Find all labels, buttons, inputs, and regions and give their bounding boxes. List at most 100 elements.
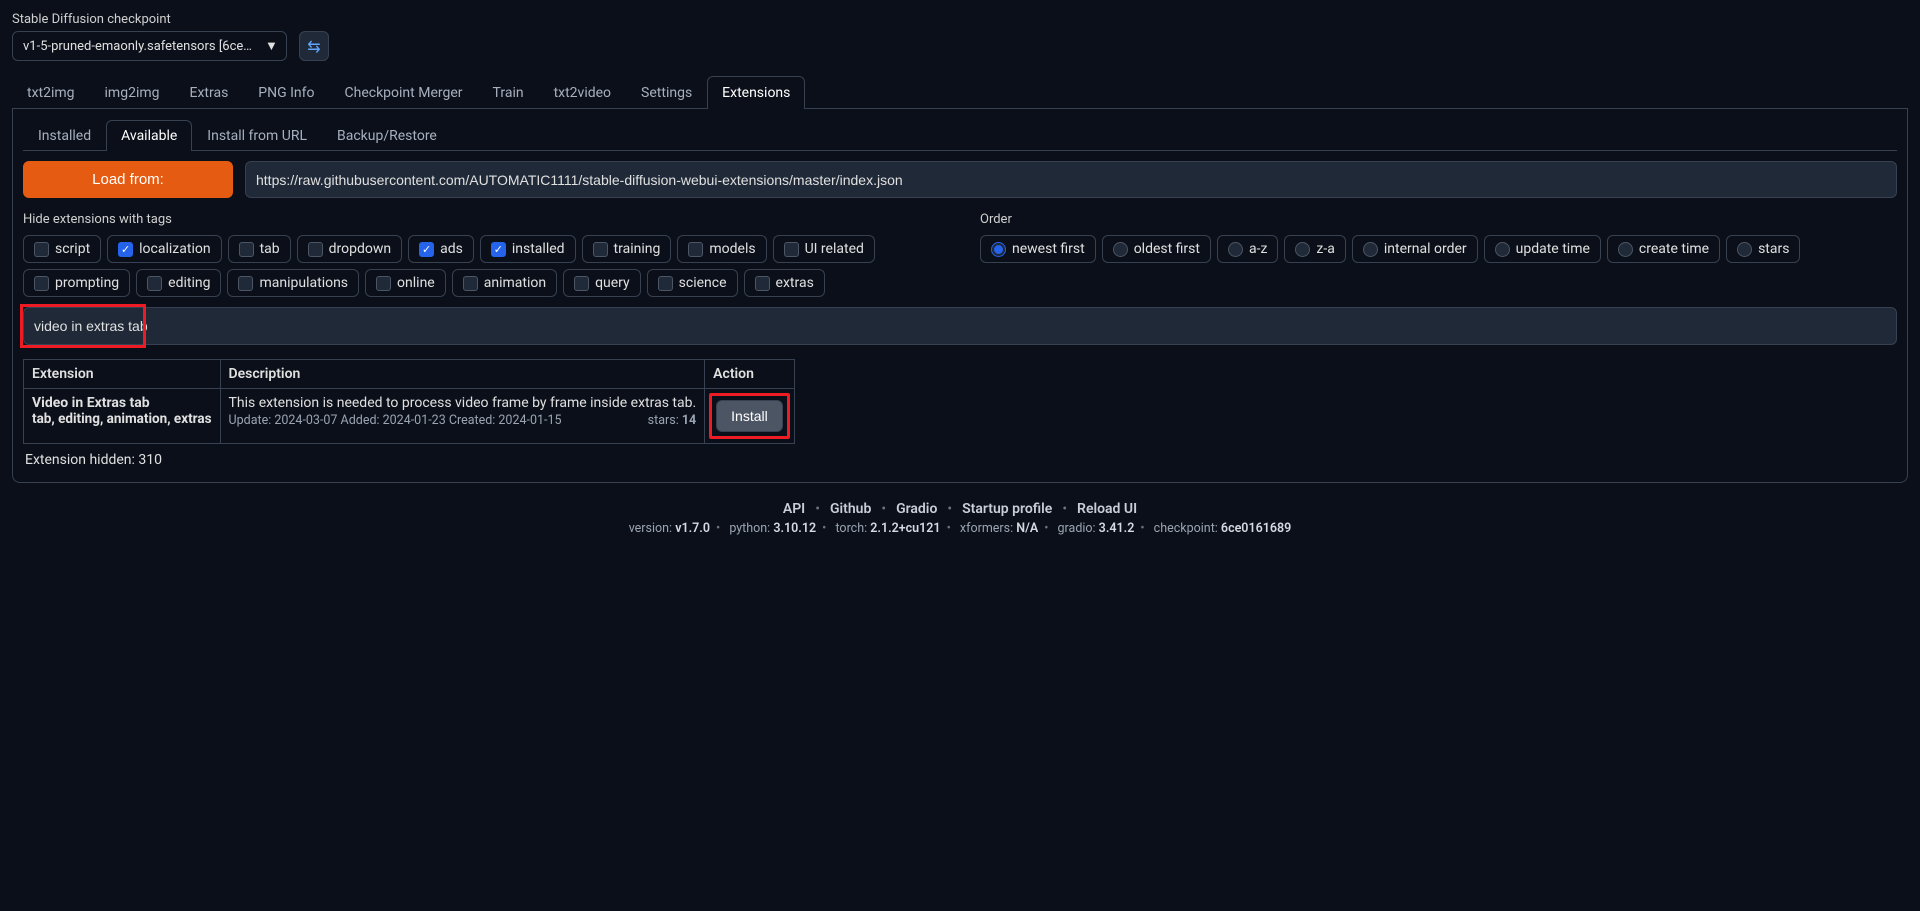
chip-label: manipulations <box>259 275 348 291</box>
checkbox-icon <box>239 242 254 257</box>
hide-tag-science[interactable]: science <box>647 269 738 297</box>
hide-tag-localization[interactable]: localization <box>107 235 221 263</box>
refresh-icon: ⇆ <box>307 37 320 56</box>
chip-label: internal order <box>1384 241 1467 257</box>
tab-settings[interactable]: Settings <box>626 76 707 109</box>
chevron-down-icon: ▼ <box>265 38 276 54</box>
order-z-a[interactable]: z-a <box>1284 235 1345 263</box>
checkbox-icon <box>463 276 478 291</box>
chip-label: update time <box>1516 241 1590 257</box>
hide-tag-extras[interactable]: extras <box>744 269 825 297</box>
subtab-available[interactable]: Available <box>106 120 192 151</box>
subtab-install-from-url[interactable]: Install from URL <box>192 120 322 151</box>
checkbox-icon <box>238 276 253 291</box>
tab-extensions[interactable]: Extensions <box>707 76 805 109</box>
index-url-input[interactable] <box>245 161 1897 198</box>
footer-link-github[interactable]: Github <box>830 501 871 517</box>
chip-label: oldest first <box>1134 241 1200 257</box>
checkbox-icon <box>308 242 323 257</box>
chip-label: training <box>614 241 661 257</box>
hide-tag-models[interactable]: models <box>677 235 766 263</box>
checkbox-icon <box>118 242 133 257</box>
radio-icon <box>1363 242 1378 257</box>
chip-label: UI related <box>805 241 864 257</box>
radio-icon <box>991 242 1006 257</box>
order-oldest-first[interactable]: oldest first <box>1102 235 1211 263</box>
load-from-button[interactable]: Load from: <box>23 161 233 198</box>
tab-train[interactable]: Train <box>478 76 539 109</box>
hide-tag-editing[interactable]: editing <box>136 269 221 297</box>
tab-extras[interactable]: Extras <box>175 76 244 109</box>
footer-link-startup-profile[interactable]: Startup profile <box>962 501 1052 517</box>
chip-label: science <box>679 275 727 291</box>
footer-links: API•Github•Gradio•Startup profile•Reload… <box>12 501 1908 517</box>
order-a-z[interactable]: a-z <box>1217 235 1278 263</box>
chip-label: newest first <box>1012 241 1085 257</box>
hide-tag-query[interactable]: query <box>563 269 641 297</box>
radio-icon <box>1295 242 1310 257</box>
extension-description: This extension is needed to process vide… <box>229 395 697 411</box>
refresh-checkpoint-button[interactable]: ⇆ <box>299 31 329 61</box>
tab-txt2img[interactable]: txt2img <box>12 76 90 109</box>
hide-tag-installed[interactable]: installed <box>480 235 576 263</box>
checkbox-icon <box>574 276 589 291</box>
checkbox-icon <box>658 276 673 291</box>
hide-tag-ads[interactable]: ads <box>408 235 474 263</box>
hide-tag-tab[interactable]: tab <box>228 235 291 263</box>
chip-label: script <box>55 241 90 257</box>
extensions-table: Extension Description Action Video in Ex… <box>23 359 795 444</box>
tab-txt2video[interactable]: txt2video <box>539 76 626 109</box>
order-stars[interactable]: stars <box>1726 235 1800 263</box>
hide-tag-dropdown[interactable]: dropdown <box>297 235 402 263</box>
radio-icon <box>1737 242 1752 257</box>
tab-img2img[interactable]: img2img <box>90 76 175 109</box>
checkbox-icon <box>755 276 770 291</box>
order-internal-order[interactable]: internal order <box>1352 235 1478 263</box>
chip-label: extras <box>776 275 814 291</box>
footer-link-reload-ui[interactable]: Reload UI <box>1077 501 1137 517</box>
hidden-count: Extension hidden: 310 <box>25 452 1897 468</box>
extension-stars: stars: 14 <box>648 413 697 428</box>
radio-icon <box>1618 242 1633 257</box>
checkbox-icon <box>491 242 506 257</box>
col-action: Action <box>705 360 795 389</box>
hide-tag-script[interactable]: script <box>23 235 101 263</box>
order-label: Order <box>980 212 1897 227</box>
chip-label: models <box>709 241 755 257</box>
radio-icon <box>1113 242 1128 257</box>
chip-label: a-z <box>1249 241 1267 257</box>
checkbox-icon <box>419 242 434 257</box>
hide-tag-online[interactable]: online <box>365 269 446 297</box>
tab-checkpoint-merger[interactable]: Checkpoint Merger <box>330 76 478 109</box>
extension-tags: tab, editing, animation, extras <box>32 411 212 427</box>
hide-tag-manipulations[interactable]: manipulations <box>227 269 359 297</box>
extension-title: Video in Extras tab <box>32 395 212 411</box>
search-input[interactable] <box>23 307 1897 345</box>
checkpoint-dropdown[interactable]: v1-5-pruned-emaonly.safetensors [6ce0161… <box>12 31 287 61</box>
chip-label: installed <box>512 241 565 257</box>
hide-tag-prompting[interactable]: prompting <box>23 269 130 297</box>
hide-tag-animation[interactable]: animation <box>452 269 557 297</box>
hide-tag-ui-related[interactable]: UI related <box>773 235 875 263</box>
chip-label: online <box>397 275 435 291</box>
order-create-time[interactable]: create time <box>1607 235 1720 263</box>
footer-link-api[interactable]: API <box>783 501 805 517</box>
order-newest-first[interactable]: newest first <box>980 235 1096 263</box>
checkbox-icon <box>688 242 703 257</box>
subtab-backup/restore[interactable]: Backup/Restore <box>322 120 452 151</box>
tab-png-info[interactable]: PNG Info <box>243 76 329 109</box>
hide-tag-training[interactable]: training <box>582 235 672 263</box>
chip-label: stars <box>1758 241 1789 257</box>
chip-label: z-a <box>1316 241 1334 257</box>
col-description: Description <box>220 360 705 389</box>
order-update-time[interactable]: update time <box>1484 235 1601 263</box>
chip-label: dropdown <box>329 241 391 257</box>
col-extension: Extension <box>24 360 221 389</box>
chip-label: ads <box>440 241 463 257</box>
checkbox-icon <box>593 242 608 257</box>
subtab-installed[interactable]: Installed <box>23 120 106 151</box>
radio-icon <box>1228 242 1243 257</box>
install-button[interactable]: Install <box>716 400 783 432</box>
footer-link-gradio[interactable]: Gradio <box>896 501 937 517</box>
footer-meta: version: v1.7.0• python: 3.10.12• torch:… <box>12 521 1908 536</box>
